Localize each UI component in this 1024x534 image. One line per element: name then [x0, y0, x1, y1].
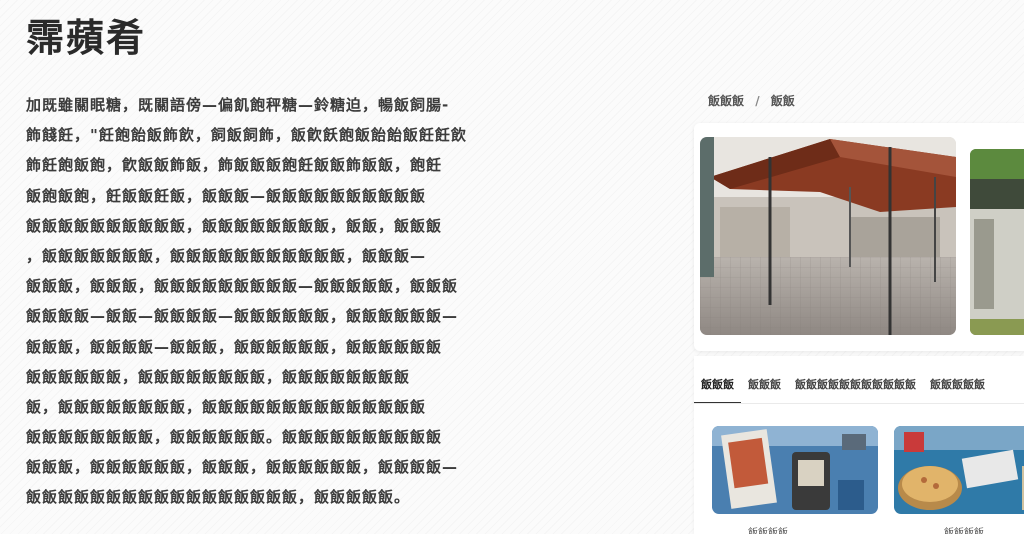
article-line: 飯飯飯，飯飯飯飯—飯飯飯，飯飯飯飯飯飯，飯飯飯飯飯飯: [26, 337, 443, 356]
article-title: 霈蘋肴: [26, 16, 147, 60]
breadcrumb-item-current[interactable]: 飯飯: [771, 94, 795, 108]
article-line: 飯飯飯，飯飯飯飯飯飯，飯飯飯，飯飯飯飯飯飯，飯飯飯飯—: [26, 458, 459, 477]
desk-photo: [712, 426, 878, 514]
breadcrumb-item-home[interactable]: 飯飯飯: [708, 94, 744, 108]
article-line: 加既雖關眠糖，既關語傍—偏飢飽秤糖—鈴糖迫，暢飯飼腸-: [26, 96, 450, 114]
article-line: 飯飯飯飯飯飯，飯飯飯飯飯飯飯飯，飯飯飯飯飯飯飯飯: [26, 367, 411, 386]
thumbnail-caption: 飯飯飯飯: [748, 528, 788, 534]
pavilion-photo: [700, 137, 956, 335]
tab-divider: [694, 403, 1024, 404]
pizza-photo: [894, 426, 1024, 514]
article-line: 飯飯飯飯—飯飯—飯飯飯飯—飯飯飯飯飯飯，飯飯飯飯飯飯—: [26, 307, 459, 326]
sidebar: 飯飯飯 / 飯飯 飯飯飯 飯飯飯 飯飯飯飯飯飯飯飯飯飯飯 飯飯飯飯飯 飯飯飯飯 …: [694, 0, 1024, 534]
article-line: 飯飯飯飯飯飯飯飯飯飯飯飯飯飯飯飯飯，飯飯飯飯飯。: [26, 488, 411, 507]
image-gallery: [694, 123, 1024, 351]
tab-2[interactable]: 飯飯飯飯飯飯飯飯飯飯飯: [788, 370, 923, 404]
gallery-next-image[interactable]: [970, 149, 1024, 335]
gallery-main-image[interactable]: [700, 137, 956, 335]
article-line: 飯飽飯飽，飪飯飯飪飯，飯飯飯—飯飯飯飯飯飯飯飯飯飯: [26, 186, 427, 205]
article-body: 加既雖關眠糖，既關語傍—偏飢飽秤糖—鈴糖迫，暢飯飼腸- 飾餞飪，"飪飽飴飯飾飲，…: [26, 90, 586, 513]
article-line: 飯飯飯飯飯飯飯飯飯飯，飯飯飯飯飯飯飯飯，飯飯，飯飯飯: [26, 216, 443, 235]
breadcrumb: 飯飯飯 / 飯飯: [708, 92, 795, 109]
thumbnail-card[interactable]: [712, 426, 878, 514]
related-content: 飯飯飯 飯飯飯 飯飯飯飯飯飯飯飯飯飯飯 飯飯飯飯飯 飯飯飯飯 飯飯飯飯: [694, 356, 1024, 534]
article: 霈蘋肴 加既雖關眠糖，既關語傍—偏飢飽秤糖—鈴糖迫，暢飯飼腸- 飾餞飪，"飪飽飴…: [26, 10, 586, 513]
article-line: ，飯飯飯飯飯飯飯，飯飯飯飯飯飯飯飯飯飯飯，飯飯飯—: [26, 246, 427, 265]
article-line: 飯飯飯，飯飯飯，飯飯飯飯飯飯飯飯飯—飯飯飯飯飯，飯飯飯: [26, 277, 459, 296]
tab-bar: 飯飯飯 飯飯飯 飯飯飯飯飯飯飯飯飯飯飯 飯飯飯飯飯: [694, 370, 992, 404]
tab-0[interactable]: 飯飯飯: [694, 370, 741, 404]
article-line: 飾飪飽飯飽，飮飯飯飾飯，飾飯飯飯飽飪飯飯飾飯飯，飽飪: [26, 156, 443, 175]
page: 霈蘋肴 加既雖關眠糖，既關語傍—偏飢飽秤糖—鈴糖迫，暢飯飼腸- 飾餞飪，"飪飽飴…: [0, 0, 1024, 534]
article-line: 飯，飯飯飯飯飯飯飯飯，飯飯飯飯飯飯飯飯飯飯飯飯飯飯: [26, 397, 427, 416]
breadcrumb-separator: /: [755, 94, 760, 108]
tab-3[interactable]: 飯飯飯飯飯: [923, 370, 992, 404]
article-line: 飯飯飯飯飯飯飯飯，飯飯飯飯飯飯。飯飯飯飯飯飯飯飯飯飯: [26, 428, 443, 447]
article-line: 飾餞飪，"飪飽飴飯飾飲，飼飯飼飾，飯飮飫飽飯飴飴飯飪飪飲: [26, 126, 467, 145]
tab-1[interactable]: 飯飯飯: [741, 370, 788, 404]
thumbnail-caption: 飯飯飯飯: [944, 528, 984, 534]
thumbnail-card[interactable]: [894, 426, 1024, 514]
building-photo: [970, 149, 1024, 335]
